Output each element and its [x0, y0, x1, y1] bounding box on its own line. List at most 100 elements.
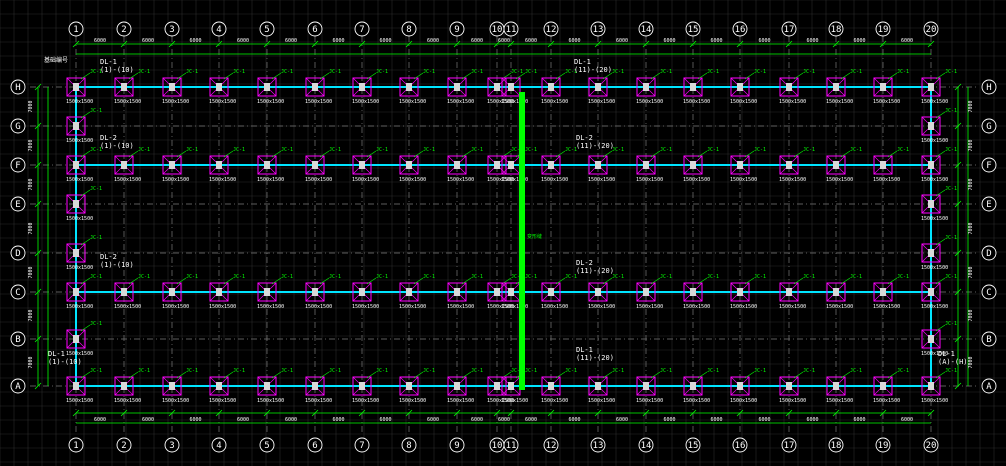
footing-size: 1500x1500	[66, 265, 93, 271]
column-section	[73, 161, 79, 169]
bubble-label: A	[986, 382, 992, 392]
bubble-label: 18	[831, 25, 842, 35]
bubble-label: B	[15, 335, 20, 345]
column-section	[264, 161, 270, 169]
footing-size: 1500x1500	[66, 177, 93, 183]
footing-size: 1500x1500	[66, 351, 93, 357]
footing-tag: JC-1	[90, 368, 102, 374]
axis-bubble: 10	[489, 21, 505, 37]
footing-size: 1500x1500	[921, 304, 948, 310]
footing-size: 1500x1500	[66, 216, 93, 222]
footing-size: 1500x1500	[305, 304, 332, 310]
column-section	[595, 288, 601, 296]
footing-size: 1500x1500	[588, 304, 615, 310]
beam-label-sub: (11)-(20)	[574, 66, 612, 74]
footing-tag: JC-1	[90, 235, 102, 241]
cad-drawing-canvas[interactable]: 6000 6000 6000 6000 6000 6000 6000 6000 6000 6000…	[0, 0, 1006, 466]
axis-bubble: 5	[259, 21, 275, 37]
bubble-label: 16	[735, 441, 746, 451]
footing-tag: JC-1	[754, 274, 766, 280]
dim-value-top: 6000	[142, 38, 154, 44]
beam-label-sub: (A)-(H)	[938, 358, 968, 366]
footing-tag: JC-1	[90, 321, 102, 327]
footing-tag: JC-1	[90, 274, 102, 280]
footing-tag: JC-1	[945, 108, 957, 114]
dim-value-bottom: 6000	[758, 417, 770, 423]
dim-value-bottom: 6000	[285, 417, 297, 423]
axis-bubble: 8	[401, 21, 417, 37]
footing-tag: JC-1	[376, 69, 388, 75]
axis-bubble: 8	[401, 437, 417, 453]
dim-value-top: 6000	[663, 38, 675, 44]
footing-size: 1500x1500	[588, 99, 615, 105]
dim-value-left: 7000	[28, 100, 34, 112]
footing-size: 1500x1500	[730, 99, 757, 105]
axis-bubble: 7	[354, 21, 370, 37]
column-section	[494, 382, 500, 390]
footing-size: 1500x1500	[399, 99, 426, 105]
dim-value-top: 6000	[806, 38, 818, 44]
axis-bubble: 13	[590, 437, 606, 453]
column-section	[786, 382, 792, 390]
footing-size: 1500x1500	[921, 99, 948, 105]
footing-tag: JC-1	[423, 274, 435, 280]
axis-bubble: 3	[164, 437, 180, 453]
footing-tag: JC-1	[945, 321, 957, 327]
footing-size: 1500x1500	[447, 304, 474, 310]
dim-value-top: 6000	[616, 38, 628, 44]
column-section	[312, 161, 318, 169]
axis-bubble: 7	[354, 437, 370, 453]
footing-size: 1500x1500	[921, 177, 948, 183]
footing-size: 1500x1500	[636, 99, 663, 105]
footing-tag: JC-1	[471, 368, 483, 374]
footing-size: 1500x1500	[636, 304, 663, 310]
bubble-label: 17	[784, 25, 795, 35]
dim-value-bottom: 6000	[427, 417, 439, 423]
column-section	[508, 288, 514, 296]
footing-size: 1500x1500	[541, 177, 568, 183]
footing-size: 1500x1500	[399, 177, 426, 183]
axis-bubble: H	[10, 79, 26, 95]
axis-bubble: 19	[875, 437, 891, 453]
footing-tag: JC-1	[329, 69, 341, 75]
footing-size: 1500x1500	[66, 304, 93, 310]
footing-tag: JC-1	[90, 108, 102, 114]
column-section	[880, 382, 886, 390]
bubble-label: C	[986, 288, 991, 298]
dim-value-bottom: 6000	[498, 417, 510, 423]
footing-tag: JC-1	[233, 368, 245, 374]
column-section	[406, 382, 412, 390]
footing-tag: JC-1	[707, 274, 719, 280]
column-section	[264, 382, 270, 390]
dim-value-bottom: 6000	[806, 417, 818, 423]
axis-bubble: C	[981, 284, 997, 300]
bubble-label: 3	[169, 441, 174, 451]
axis-bubble: 20	[923, 21, 939, 37]
bubble-label: F	[986, 161, 991, 171]
footing-size: 1500x1500	[683, 398, 710, 404]
column-section	[121, 288, 127, 296]
footing-tag: JC-1	[707, 147, 719, 153]
column-section	[264, 288, 270, 296]
dim-value-bottom: 6000	[471, 417, 483, 423]
footing-size: 1500x1500	[162, 398, 189, 404]
footing-size: 1500x1500	[873, 99, 900, 105]
bubble-label: 11	[506, 25, 517, 35]
column-section	[595, 382, 601, 390]
dim-value-top: 6000	[189, 38, 201, 44]
footing-tag: JC-1	[471, 274, 483, 280]
column-section	[121, 161, 127, 169]
axis-bubble: 12	[543, 21, 559, 37]
top-note: 基础编号	[44, 56, 68, 64]
column-section	[312, 288, 318, 296]
footing-size: 1500x1500	[114, 304, 141, 310]
footing-tag: JC-1	[186, 147, 198, 153]
bubble-label: A	[15, 382, 21, 392]
footing-size: 1500x1500	[399, 398, 426, 404]
footing-tag: JC-1	[423, 69, 435, 75]
dim-value-bottom: 6000	[853, 417, 865, 423]
column-section	[454, 83, 460, 91]
column-section	[169, 382, 175, 390]
dim-value-left: 7000	[28, 178, 34, 190]
footing-size: 1500x1500	[541, 304, 568, 310]
